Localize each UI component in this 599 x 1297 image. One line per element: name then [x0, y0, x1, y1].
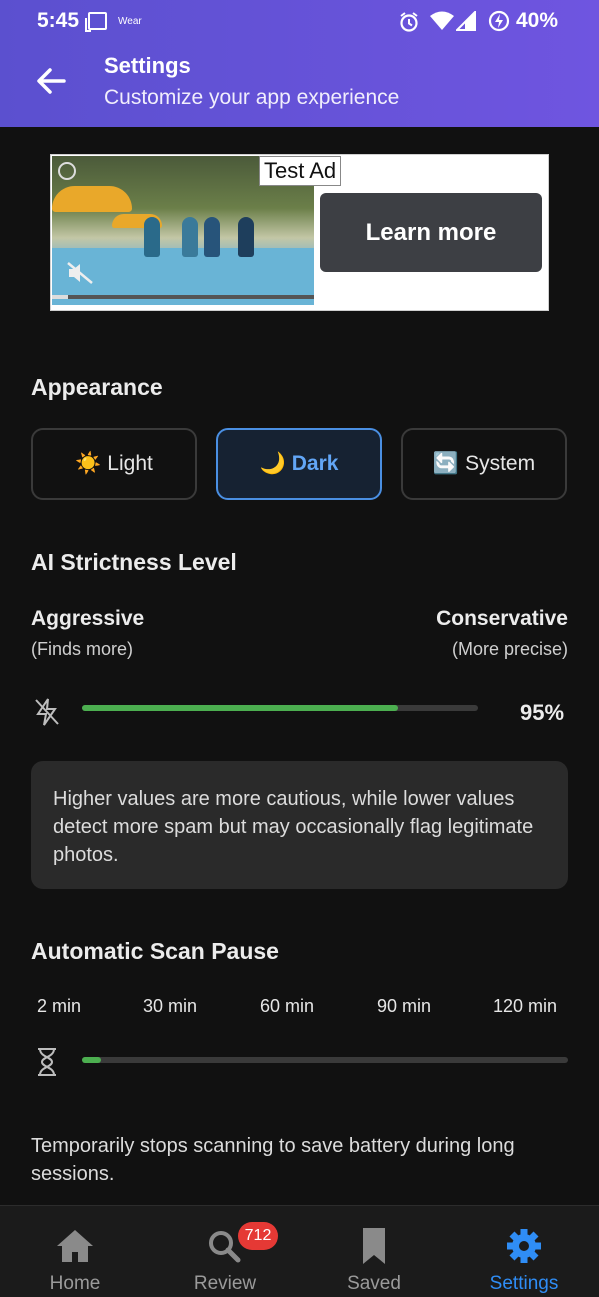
ad-banner[interactable]: Test Ad Learn more: [50, 154, 549, 311]
theme-light-button[interactable]: ☀️ Light: [31, 428, 197, 500]
appearance-title: Appearance: [31, 374, 163, 400]
status-bar: 5:45 Wear 40%: [0, 0, 599, 44]
tick-label: 30 min: [143, 996, 198, 1016]
app-header: 5:45 Wear 40% Settings Customize your ap…: [0, 0, 599, 127]
conservative-label: Conservative: [436, 607, 568, 630]
sync-icon: 🔄: [432, 452, 460, 475]
theme-system-button[interactable]: 🔄 System: [401, 428, 567, 500]
ad-progress-bar: [52, 295, 314, 299]
alarm-icon: [400, 12, 418, 32]
scan-pause-slider[interactable]: [82, 1057, 568, 1063]
ad-umbrella: [52, 186, 132, 212]
sun-icon: ☀️: [75, 452, 102, 475]
mute-icon[interactable]: [66, 261, 94, 285]
scan-pause-slider-fill: [82, 1057, 102, 1063]
ad-figure: [238, 217, 254, 257]
learn-more-button[interactable]: Learn more: [320, 193, 542, 272]
theme-system-label: System: [465, 452, 536, 475]
bottom-navigation: Home 712 Review Saved Settings: [0, 1205, 599, 1297]
nav-review[interactable]: 712 Review: [150, 1206, 300, 1297]
aggressive-hint: (Finds more): [31, 639, 134, 659]
battery-percent: 40%: [516, 9, 559, 32]
page-subtitle: Customize your app experience: [104, 86, 400, 109]
ad-figure: [204, 217, 220, 257]
bookmark-icon: [363, 1228, 385, 1264]
ad-info-icon[interactable]: [58, 162, 76, 180]
notification-icon: [85, 12, 107, 32]
status-time: 5:45: [37, 9, 80, 32]
tick-label: 60 min: [260, 996, 315, 1016]
gear-icon: [507, 1229, 541, 1263]
strictness-slider[interactable]: [82, 705, 478, 711]
strictness-title: AI Strictness Level: [31, 549, 237, 575]
nav-home[interactable]: Home: [0, 1206, 150, 1297]
nav-review-label: Review: [193, 1273, 257, 1294]
page-title: Settings: [104, 53, 191, 78]
ad-figure: [182, 217, 198, 257]
wifi-icon: [430, 11, 454, 30]
theme-dark-button[interactable]: 🌙 Dark: [216, 428, 382, 500]
theme-light-label: Light: [107, 452, 153, 475]
tick-label: 120 min: [493, 996, 558, 1016]
ad-figure: [144, 217, 160, 257]
scan-pause-description: Temporarily stops scanning to save batte…: [31, 1135, 515, 1185]
strictness-info: Higher values are more cautious, while l…: [31, 761, 568, 889]
nav-settings[interactable]: Settings: [449, 1206, 599, 1297]
back-arrow-icon[interactable]: [34, 64, 68, 98]
review-count-badge: 712: [238, 1222, 278, 1250]
battery-saver-icon: [488, 10, 510, 32]
lightning-off-icon: [35, 698, 59, 726]
tick-label: 90 min: [377, 996, 432, 1016]
home-icon: [57, 1230, 93, 1262]
conservative-hint: (More precise): [451, 639, 568, 659]
nav-home-label: Home: [49, 1273, 101, 1294]
nav-settings-label: Settings: [489, 1273, 559, 1294]
strictness-value: 95%: [520, 700, 565, 725]
signal-icon: [456, 11, 476, 31]
theme-dark-label: Dark: [291, 452, 339, 475]
nav-saved-label: Saved: [347, 1273, 401, 1294]
strictness-slider-fill: [82, 705, 398, 711]
aggressive-label: Aggressive: [31, 607, 145, 630]
test-ad-badge: Test Ad: [259, 156, 342, 186]
hourglass-icon: [38, 1048, 56, 1076]
scan-pause-title: Automatic Scan Pause: [31, 938, 279, 964]
tick-label: 2 min: [37, 996, 82, 1016]
nav-saved[interactable]: Saved: [299, 1206, 449, 1297]
wear-label: Wear: [118, 16, 142, 27]
moon-icon: 🌙: [259, 452, 286, 475]
